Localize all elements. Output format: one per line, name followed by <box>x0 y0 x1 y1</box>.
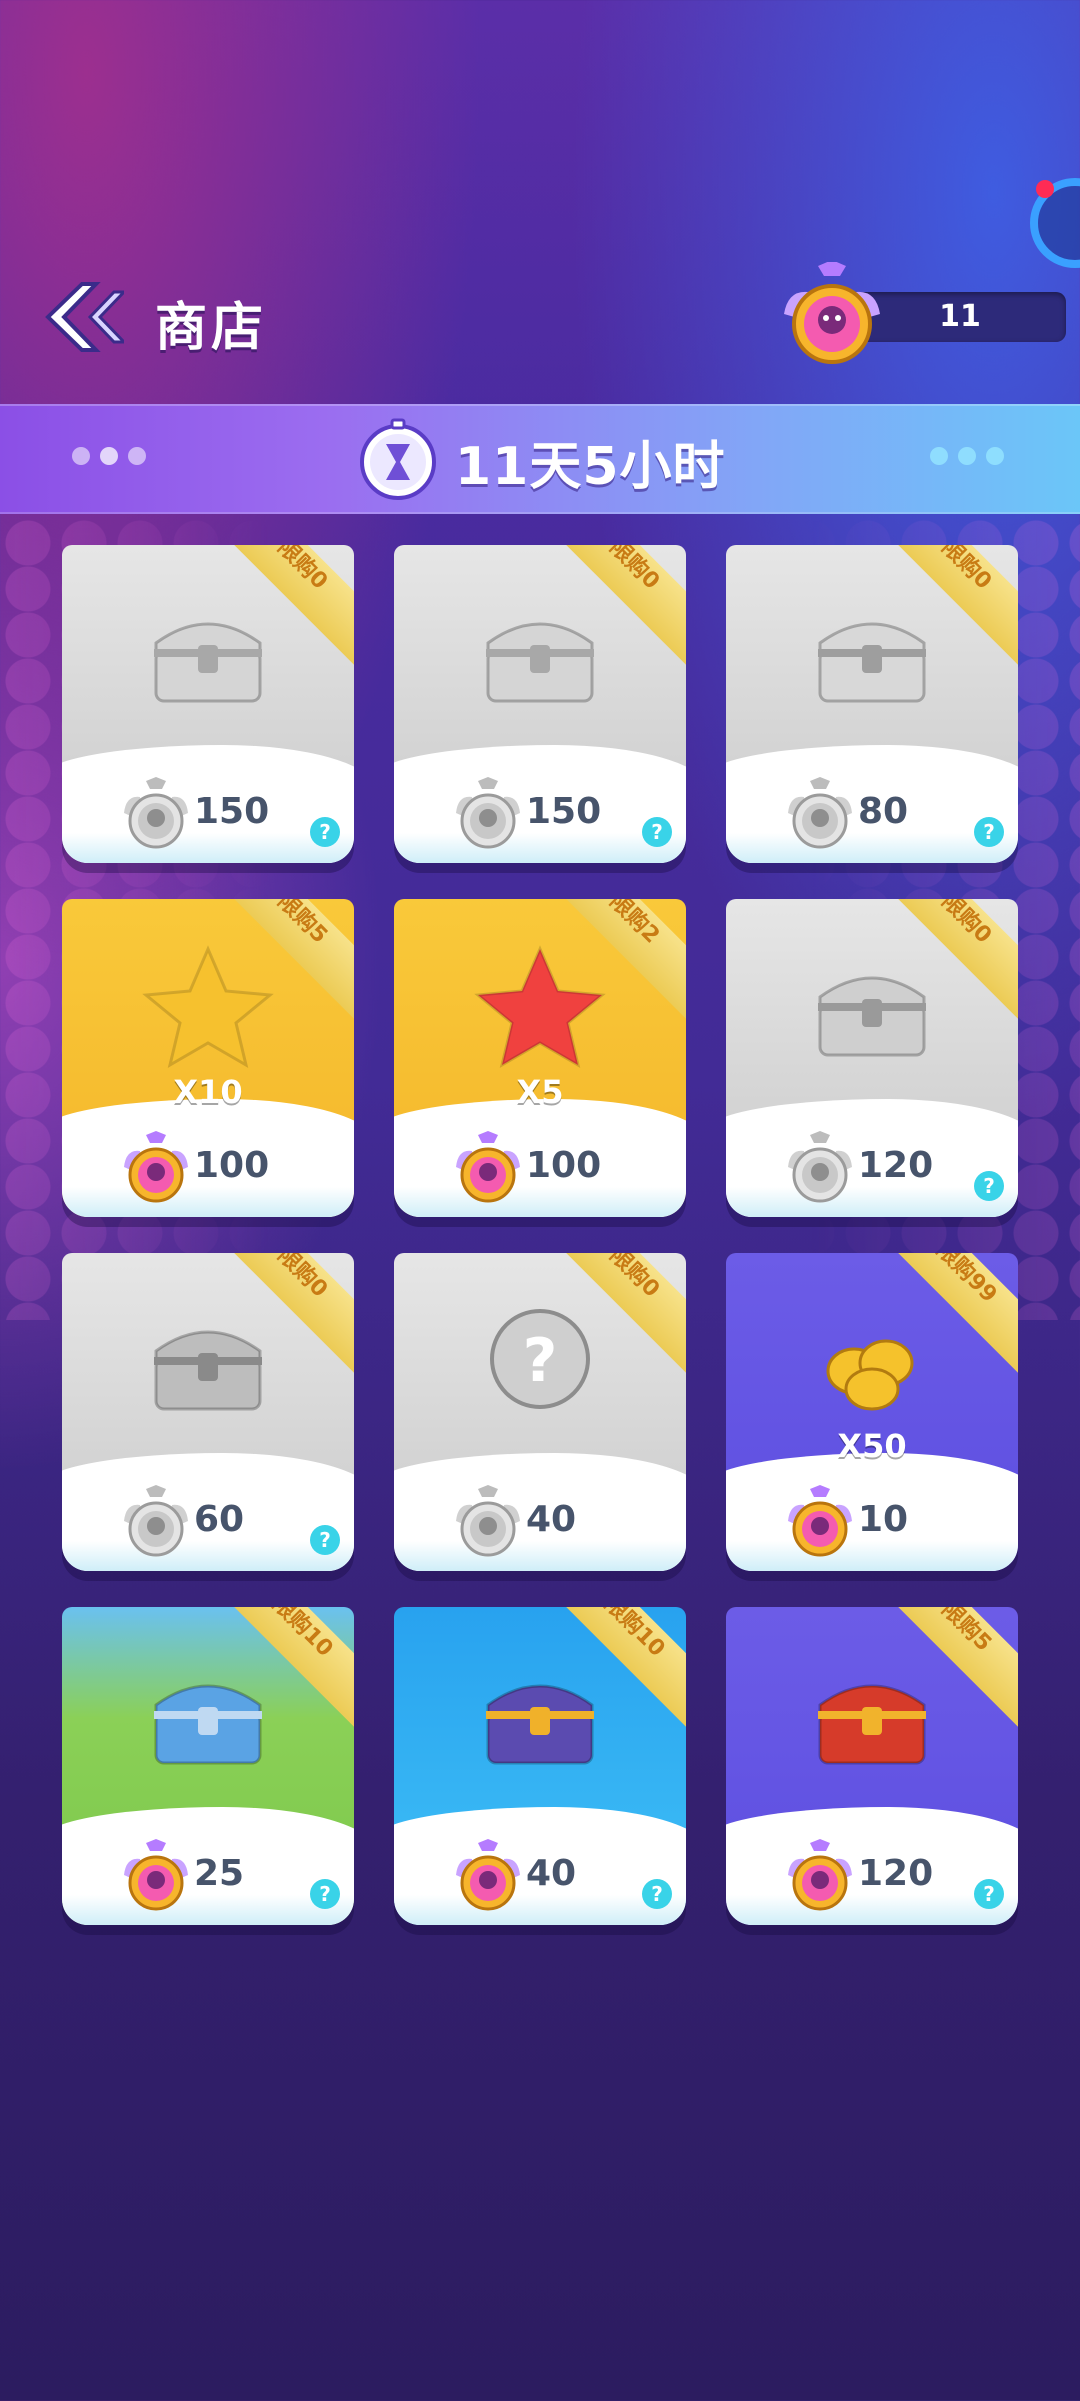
blue-chest-icon <box>138 1647 278 1777</box>
red-star-icon <box>470 939 610 1069</box>
shop-item-card[interactable]: 限购10 25 ? <box>62 1607 354 1925</box>
item-price: 40 <box>526 1853 577 1894</box>
shop-item-card[interactable]: 限购5 120 ? <box>726 1607 1018 1925</box>
shop-item-card[interactable]: 限购99 X50 10 <box>726 1253 1018 1571</box>
help-icon[interactable]: ? <box>310 1879 340 1909</box>
double-chevron-left-icon <box>45 282 128 352</box>
silver-medal-icon <box>120 777 192 853</box>
item-price: 150 <box>526 791 602 832</box>
back-button[interactable] <box>34 278 128 356</box>
silver-chest-icon <box>138 585 278 715</box>
shop-item-card[interactable]: 限购0 150 ? <box>394 545 686 863</box>
silver-medal-icon <box>452 777 524 853</box>
help-icon[interactable]: ? <box>642 817 672 847</box>
shop-item-card[interactable]: 限购0 150 ? <box>62 545 354 863</box>
gold-coins-icon <box>802 1293 942 1423</box>
help-icon[interactable]: ? <box>642 1879 672 1909</box>
pink-medal-icon <box>452 1839 524 1915</box>
pink-medal-icon <box>120 1131 192 1207</box>
item-multiplier: X5 <box>516 1073 564 1111</box>
item-multiplier: X50 <box>837 1427 907 1465</box>
help-icon[interactable]: ? <box>310 817 340 847</box>
item-price: 150 <box>194 791 270 832</box>
banner-dots-left <box>72 447 146 465</box>
item-price: 10 <box>858 1499 909 1540</box>
item-price: 25 <box>194 1853 245 1894</box>
notification-dot <box>1036 180 1054 198</box>
currency-value: 11 <box>939 299 981 334</box>
shop-item-card[interactable]: 限购2 X5 100 <box>394 899 686 1217</box>
item-price: 120 <box>858 1853 934 1894</box>
help-icon[interactable]: ? <box>974 1879 1004 1909</box>
silver-medal-icon <box>452 1485 524 1561</box>
help-icon[interactable]: ? <box>974 1171 1004 1201</box>
item-multiplier: X10 <box>173 1073 243 1111</box>
silver-chest-icon <box>470 585 610 715</box>
silver-ornate-chest-icon <box>138 1293 278 1423</box>
item-price: 80 <box>858 791 909 832</box>
purple-gold-chest-icon <box>470 1647 610 1777</box>
shop-item-card[interactable]: 限购10 40 ? <box>394 1607 686 1925</box>
item-price: 40 <box>526 1499 577 1540</box>
pink-medal-icon <box>120 1839 192 1915</box>
item-price: 100 <box>526 1145 602 1186</box>
item-price: 100 <box>194 1145 270 1186</box>
mystery-orb-icon: ? <box>470 1293 610 1423</box>
page-title: 商店 <box>155 298 268 358</box>
help-icon[interactable]: ? <box>310 1525 340 1555</box>
silver-medal-icon <box>120 1485 192 1561</box>
silver-cylinder-chest-icon <box>802 939 942 1069</box>
item-price: 60 <box>194 1499 245 1540</box>
shop-item-card[interactable]: 限购5 X10 100 <box>62 899 354 1217</box>
silver-medal-icon <box>784 777 856 853</box>
shop-item-card[interactable]: 限购0 80 ? <box>726 545 1018 863</box>
svg-text:?: ? <box>523 1326 558 1396</box>
timer-text: 11天5小时 <box>455 437 726 497</box>
silver-crown-chest-icon <box>802 585 942 715</box>
banner-dots-right <box>930 447 1004 465</box>
pink-medal-icon <box>452 1131 524 1207</box>
pink-medal-icon <box>778 260 886 372</box>
item-price: 120 <box>858 1145 934 1186</box>
gold-star-icon <box>138 939 278 1069</box>
pink-medal-icon <box>784 1839 856 1915</box>
red-gold-chest-icon <box>802 1647 942 1777</box>
shop-item-card[interactable]: 限购0 ? 40 <box>394 1253 686 1571</box>
pink-medal-icon <box>784 1485 856 1561</box>
hourglass-timer-icon <box>356 418 440 502</box>
shop-item-card[interactable]: 限购0 60 ? <box>62 1253 354 1571</box>
shop-item-card[interactable]: 限购0 120 ? <box>726 899 1018 1217</box>
silver-medal-icon <box>784 1131 856 1207</box>
help-icon[interactable]: ? <box>974 817 1004 847</box>
